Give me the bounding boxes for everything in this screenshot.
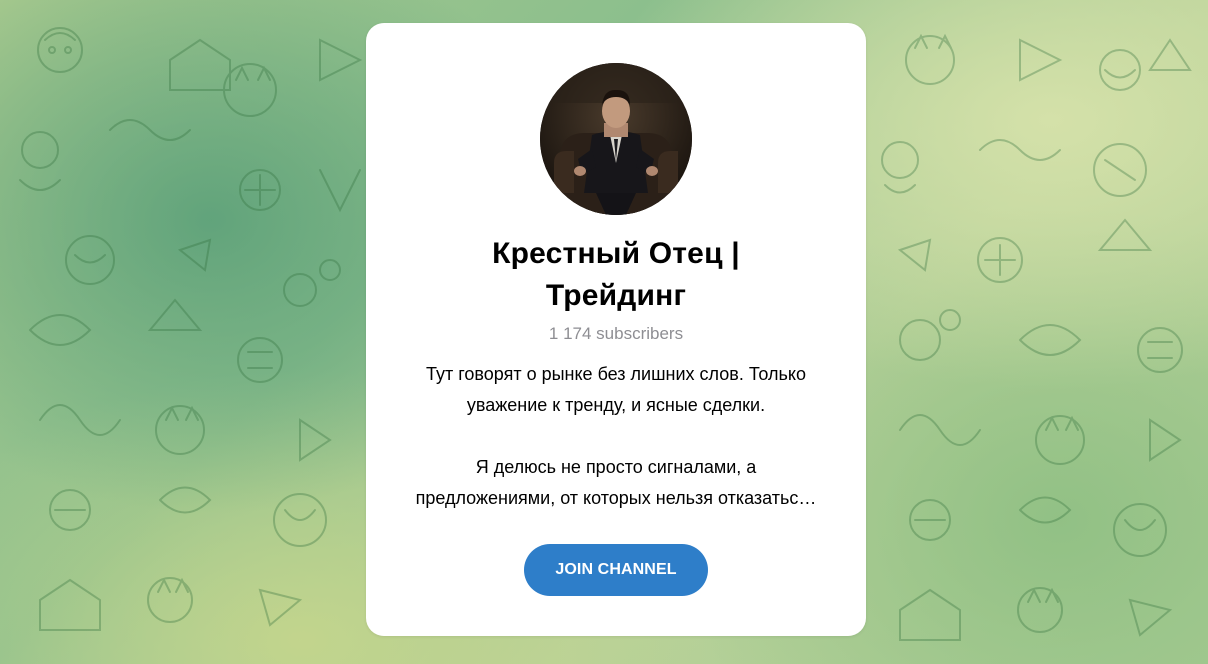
channel-title-line: Крестный Отец | [492, 237, 740, 270]
description-line: предложениями, от которых нельзя отказат… [415, 488, 817, 508]
description-line: Я делюсь не просто сигналами, а [475, 457, 757, 477]
channel-title-line: Трейдинг [545, 279, 687, 312]
description-line: уважение к тренду, и ясные сделки. [466, 395, 766, 415]
channel-description: Тут говорят о рынке без лишних слов. Тол… [384, 359, 848, 514]
join-channel-button[interactable]: JOIN CHANNEL [524, 544, 708, 596]
channel-card: Крестный Отец | Трейдинг 1 174 subscribe… [366, 23, 866, 636]
channel-title: Крестный Отец | Трейдинг [386, 233, 846, 317]
subscriber-count: 1 174 subscribers [548, 324, 684, 343]
description-line: Тут говорят о рынке без лишних слов. Тол… [426, 364, 806, 384]
channel-avatar [540, 63, 692, 215]
